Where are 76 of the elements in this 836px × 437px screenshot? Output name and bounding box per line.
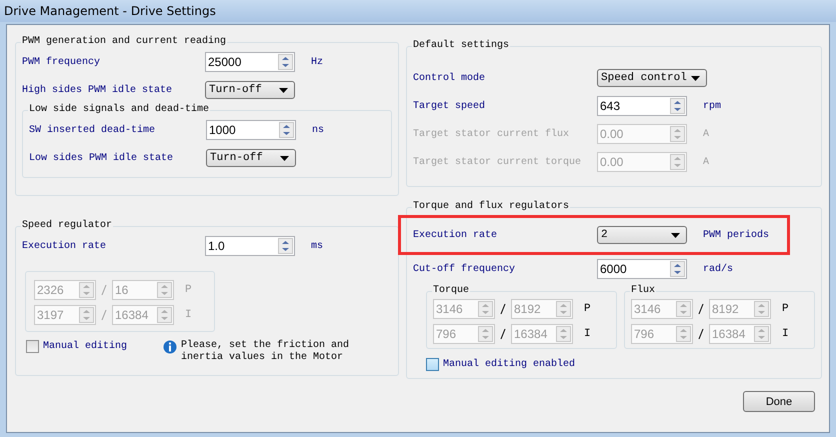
dropdown[interactable]: 2: [597, 226, 687, 244]
field-label: Target stator current torque: [413, 156, 582, 168]
gain-label: I: [781, 328, 789, 340]
info-icon: [163, 340, 178, 354]
group-title: Speed regulator: [21, 220, 114, 232]
spin-arrows-icon[interactable]: [278, 54, 293, 70]
slash-icon: [500, 328, 506, 340]
spin-field[interactable]: 16384: [511, 324, 573, 344]
slash-icon: [101, 284, 107, 296]
field-label: Control mode: [413, 72, 486, 84]
spin-arrows-icon[interactable]: [556, 301, 571, 317]
dropdown[interactable]: Turn-off: [205, 81, 295, 99]
field-label: Execution rate: [413, 230, 498, 240]
spin-arrows-icon[interactable]: [670, 261, 685, 277]
caret-icon: [280, 156, 289, 160]
gain-label: P: [781, 303, 789, 315]
unit-label: A: [702, 156, 710, 168]
field-label: Execution rate: [22, 240, 108, 252]
field-label: SW inserted dead-time: [29, 124, 156, 136]
spin-field[interactable]: 8192: [709, 299, 771, 319]
checkbox-label[interactable]: Manual editing enabled: [443, 359, 576, 370]
info-text: Please, set the friction and inertia values in the Motor: [181, 340, 350, 364]
field-label: Cut-off frequency: [413, 264, 516, 274]
checkbox[interactable]: [26, 340, 39, 353]
slash-icon: [698, 303, 704, 315]
unit-label: rad/s: [702, 264, 734, 274]
done-button[interactable]: Done: [743, 391, 815, 412]
spin-field[interactable]: 1.0: [205, 236, 295, 256]
gain-label: I: [184, 309, 192, 321]
spin-arrows-icon[interactable]: [278, 238, 293, 254]
spin-field[interactable]: 6000: [597, 259, 687, 279]
caret-icon: [279, 88, 288, 92]
checkbox[interactable]: [426, 358, 439, 371]
gain-label: P: [583, 303, 591, 315]
field-label: PWM frequency: [22, 56, 102, 68]
group-title: Low side signals and dead-time: [28, 104, 210, 116]
group-title: Default settings: [412, 40, 510, 52]
spin-arrows-icon[interactable]: [157, 282, 172, 298]
window-title: Drive Management - Drive Settings: [4, 4, 216, 18]
unit-label: A: [702, 128, 710, 140]
spin-field[interactable]: 25000: [205, 52, 295, 72]
field-label: Target speed: [413, 100, 486, 112]
slash-icon: [698, 328, 704, 340]
group-title: Flux: [630, 285, 656, 297]
unit-label: ns: [311, 124, 326, 136]
spin-field[interactable]: 16384: [112, 305, 174, 325]
spin-arrows-icon[interactable]: [754, 301, 769, 317]
group-title: PWM generation and current reading: [21, 36, 228, 48]
caret-icon: [671, 232, 680, 238]
spin-field[interactable]: 16: [112, 280, 174, 300]
spin-field[interactable]: 16384: [709, 324, 771, 344]
unit-label: PWM periods: [702, 230, 770, 240]
slash-icon: [500, 303, 506, 315]
spin-arrows-icon[interactable]: [279, 122, 294, 138]
slash-icon: [101, 309, 107, 321]
group-title: Torque: [432, 285, 470, 297]
group-title: Torque and flux regulators: [412, 201, 570, 213]
spin-field[interactable]: 8192: [511, 299, 573, 319]
unit-label: Hz: [310, 56, 324, 68]
spin-arrows-icon[interactable]: [556, 326, 571, 342]
caret-icon: [691, 76, 700, 80]
field-label: Low sides PWM idle state: [29, 152, 174, 164]
spin-arrows-icon[interactable]: [670, 98, 685, 114]
dropdown[interactable]: Turn-off: [206, 149, 296, 167]
spin-arrows-icon[interactable]: [157, 307, 172, 323]
spin-field[interactable]: 643: [597, 96, 687, 116]
checkbox-label[interactable]: Manual editing: [43, 341, 128, 352]
unit-label: rpm: [702, 100, 722, 112]
field-label: High sides PWM idle state: [22, 84, 174, 96]
unit-label: ms: [310, 240, 324, 252]
dropdown[interactable]: Speed control: [597, 69, 707, 87]
gain-label: I: [583, 328, 591, 340]
spin-field[interactable]: 1000: [206, 120, 296, 140]
spin-arrows-icon[interactable]: [754, 326, 769, 342]
field-label: Target stator current flux: [413, 128, 570, 140]
gain-label: P: [184, 284, 192, 296]
